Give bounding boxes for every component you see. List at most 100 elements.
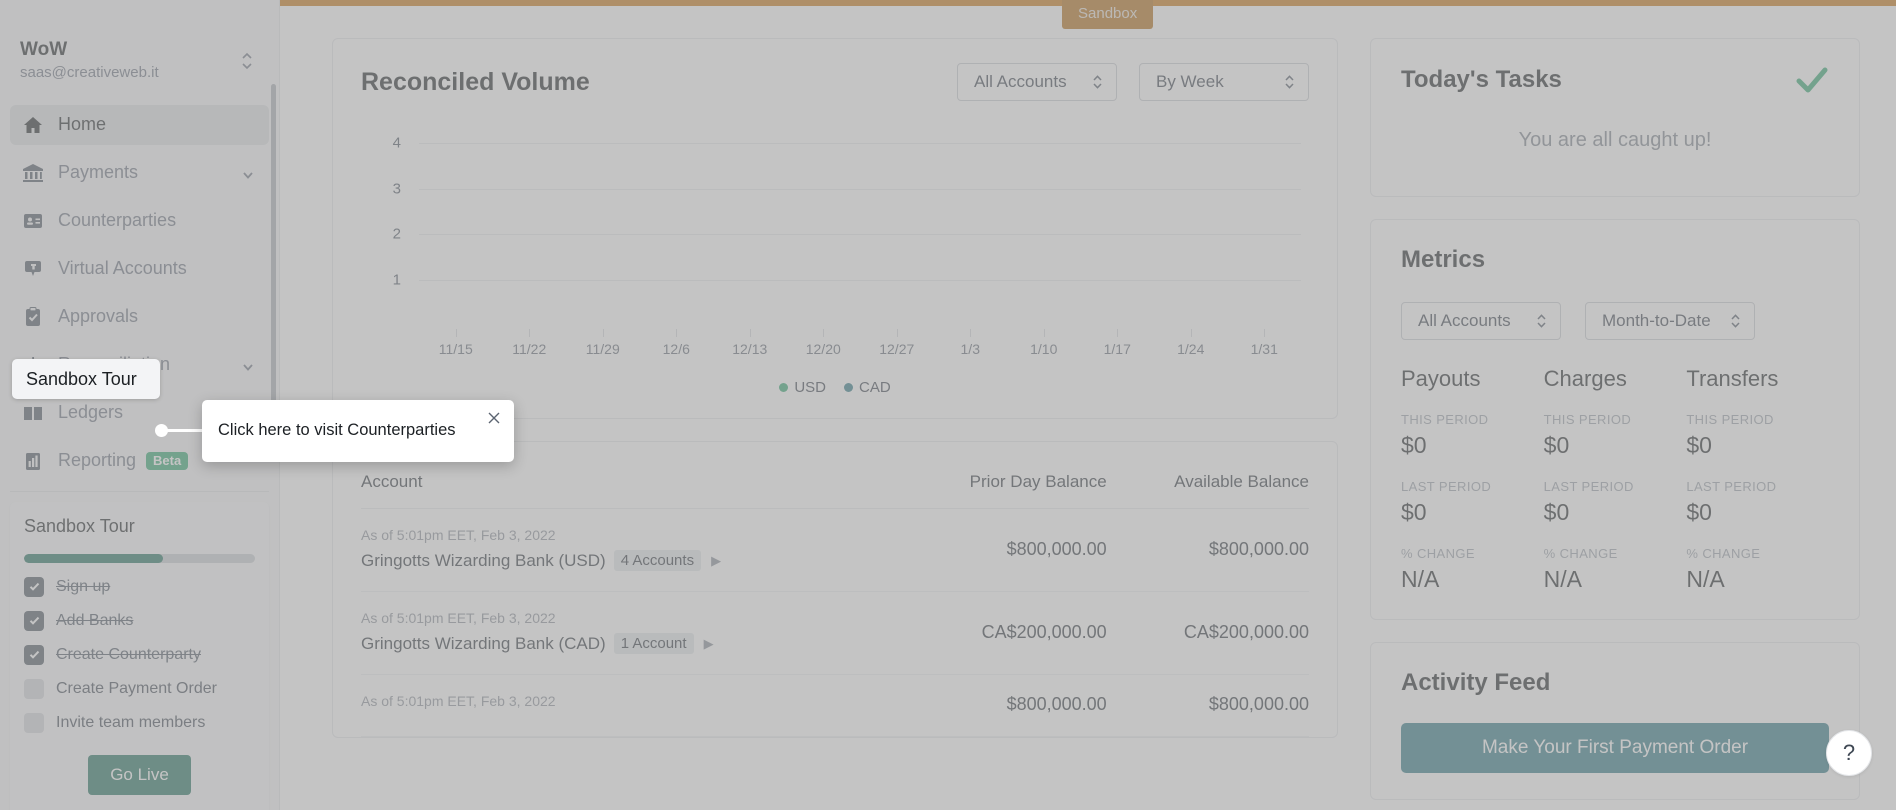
legend-item[interactable]: USD xyxy=(779,379,826,396)
org-switcher[interactable]: WoW saas@creativeweb.it xyxy=(0,0,279,91)
cell-available-balance: CA$200,000.00 xyxy=(1106,591,1309,675)
checkbox-checked-icon[interactable] xyxy=(24,610,44,631)
x-axis-tick-label: 12/20 xyxy=(805,341,841,357)
legend-label: USD xyxy=(794,379,826,396)
table-row[interactable]: As of 5:01pm EET, Feb 3, 2022 Gringotts W… xyxy=(361,591,1309,675)
sidebar-divider xyxy=(10,490,269,492)
metric-pct-change-value: N/A xyxy=(1401,566,1440,592)
balances-table: Account Prior Day Balance Available Bala… xyxy=(361,472,1309,737)
home-icon xyxy=(22,114,44,136)
x-axis-tick xyxy=(676,329,678,337)
tour-task-label: Create Payment Order xyxy=(56,679,217,697)
metrics-card: Metrics All Accounts Month-to-Date Payou… xyxy=(1370,219,1860,620)
cell-prior-day-balance: $800,000.00 xyxy=(901,508,1107,592)
sidebar-item-counterparties[interactable]: Counterparties xyxy=(10,201,269,241)
gridline xyxy=(419,188,1301,190)
tour-anchor-dot xyxy=(155,424,168,437)
table-row[interactable]: As of 5:01pm EET, Feb 3, 2022 Gringotts W… xyxy=(361,508,1309,592)
metric-pct-change-value: N/A xyxy=(1543,566,1583,592)
sidebar-item-label: Payments xyxy=(58,162,139,183)
cell-available-balance: $800,000.00 xyxy=(1106,674,1309,737)
metrics-title: Metrics xyxy=(1401,246,1486,273)
sidebar-item-label: Home xyxy=(58,114,107,135)
sidebar-item-virtual-accounts[interactable]: Virtual Accounts xyxy=(10,249,269,289)
gridline xyxy=(419,279,1301,281)
checkbox-unchecked-icon[interactable] xyxy=(24,712,44,733)
x-axis-tick-label: 12/6 xyxy=(662,341,690,357)
metric-column: Transfers THIS PERIOD $0 LAST PERIOD $0 % CHA… xyxy=(1686,366,1829,593)
tour-task-create-payment-order[interactable]: Create Payment Order xyxy=(24,678,255,699)
sandbox-tour-highlight[interactable]: Sandbox Tour xyxy=(12,359,160,399)
activity-feed-title: Activity Feed xyxy=(1401,669,1551,696)
chart-interval-select[interactable]: By Week xyxy=(1139,63,1309,101)
metric-this-period-value: $0 xyxy=(1686,432,1712,458)
metric-last-period-value: $0 xyxy=(1543,499,1570,525)
expand-caret-icon[interactable]: ▶ xyxy=(711,553,721,569)
metrics-account-select[interactable]: All Accounts xyxy=(1401,302,1561,340)
plot-x-axis: 11/15 11/22 11/29 12/6 12/13 12/20 12/27 1/3 1/1… xyxy=(419,329,1301,357)
table-row[interactable]: As of 5:01pm EET, Feb 3, 2022 $800,000.00… xyxy=(361,674,1309,737)
as-of-timestamp: As of 5:01pm EET, Feb 3, 2022 xyxy=(361,693,556,709)
tour-task-label: Invite team members xyxy=(56,713,206,731)
close-icon[interactable] xyxy=(486,410,502,426)
sidebar-item-approvals[interactable]: Approvals xyxy=(10,297,269,337)
metric-pct-change-label: % CHANGE xyxy=(1401,546,1475,561)
legend-item[interactable]: CAD xyxy=(844,379,891,396)
tour-task-invite-team-members[interactable]: Invite team members xyxy=(24,712,255,733)
chevron-down-icon[interactable] xyxy=(241,358,255,372)
sidebar-item-label: Reporting xyxy=(58,450,137,471)
book-icon xyxy=(22,402,44,424)
metric-name: Payouts xyxy=(1401,366,1481,391)
metric-pct-change-value: N/A xyxy=(1686,566,1725,592)
sidebar-item-home[interactable]: Home xyxy=(10,104,269,145)
y-axis-tick-label: 3 xyxy=(392,180,401,197)
help-button[interactable]: ? xyxy=(1826,730,1872,776)
chart-account-select[interactable]: All Accounts xyxy=(957,63,1117,101)
virtual-account-icon xyxy=(22,258,44,280)
org-name: WoW xyxy=(20,39,68,60)
tour-popover: Click here to visit Counterparties xyxy=(202,400,514,462)
checkbox-unchecked-icon[interactable] xyxy=(24,678,44,699)
plot-gridlines xyxy=(419,129,1301,329)
expand-caret-icon[interactable]: ▶ xyxy=(704,636,714,652)
go-live-button[interactable]: Go Live xyxy=(88,754,191,795)
y-axis-tick-label: 1 xyxy=(392,271,401,288)
chevron-down-icon[interactable] xyxy=(241,166,255,180)
x-axis-tick xyxy=(529,329,531,337)
x-axis-tick xyxy=(823,329,825,337)
accounts-count-pill: 4 Accounts xyxy=(613,550,702,571)
metric-column: Payouts THIS PERIOD $0 LAST PERIOD $0 % CHANG… xyxy=(1401,366,1544,593)
metric-this-period-label: THIS PERIOD xyxy=(1686,412,1774,427)
checkbox-checked-icon[interactable] xyxy=(24,576,44,597)
tour-task-sign-up[interactable]: Sign up xyxy=(24,576,255,597)
tour-task-create-counterparty[interactable]: Create Counterparty xyxy=(24,644,255,665)
metric-last-period-label: LAST PERIOD xyxy=(1401,479,1492,494)
x-axis-tick-label: 12/13 xyxy=(732,341,768,357)
make-first-payment-order-button[interactable]: Make Your First Payment Order xyxy=(1401,723,1829,773)
x-axis-tick-label: 11/29 xyxy=(585,341,620,357)
legend-color-swatch xyxy=(844,383,853,392)
x-axis-tick-label: 1/31 xyxy=(1250,341,1278,357)
contact-card-icon xyxy=(22,210,44,232)
sidebar-item-label: Ledgers xyxy=(58,402,124,423)
cell-account: As of 5:01pm EET, Feb 3, 2022 Gringotts W… xyxy=(361,508,902,592)
account-name-row: Gringotts Wizarding Bank (CAD) 1 Account ▶ xyxy=(361,633,901,654)
metrics-period-select[interactable]: Month-to-Date xyxy=(1585,302,1755,340)
chevron-updown-icon[interactable] xyxy=(239,50,255,72)
sidebar-item-payments[interactable]: Payments xyxy=(10,153,269,193)
metric-last-period-label: LAST PERIOD xyxy=(1543,479,1634,494)
as-of-timestamp: As of 5:01pm EET, Feb 3, 2022 xyxy=(361,527,556,543)
tour-popover-message: Click here to visit Counterparties xyxy=(218,421,456,440)
sandbox-tour-title: Sandbox Tour xyxy=(24,515,135,536)
x-axis-tick xyxy=(896,329,898,337)
tour-task-add-banks[interactable]: Add Banks xyxy=(24,610,255,631)
x-axis-tick xyxy=(602,329,604,337)
legend-label: CAD xyxy=(859,379,891,396)
checkbox-checked-icon[interactable] xyxy=(24,644,44,665)
sidebar-scrollbar[interactable] xyxy=(271,84,276,404)
account-name: Gringotts Wizarding Bank (USD) xyxy=(361,550,606,570)
activity-feed-card: Activity Feed Make Your First Payment Or… xyxy=(1370,642,1860,800)
metric-column: Charges THIS PERIOD $0 LAST PERIOD $0 % CHANG… xyxy=(1544,366,1687,593)
x-axis-tick xyxy=(1264,329,1266,337)
chevron-updown-icon xyxy=(1729,312,1742,330)
